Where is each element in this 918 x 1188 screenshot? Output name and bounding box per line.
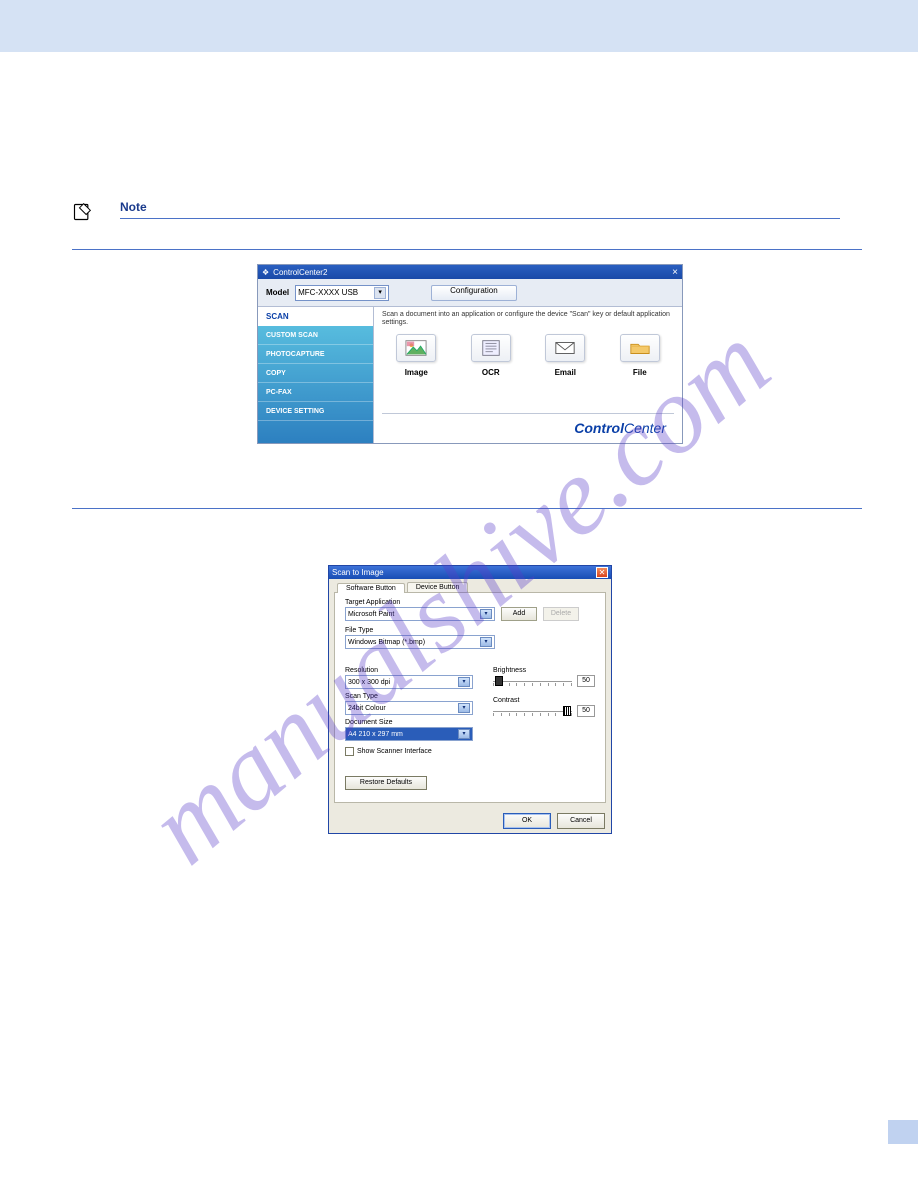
brand-bold: Control xyxy=(574,420,624,436)
note-row: Note xyxy=(72,200,868,245)
dlg-titlebar: Scan to Image ✕ xyxy=(329,566,611,579)
page-content: Note ❖ ControlCenter2 × Model MFC-XXXX U… xyxy=(72,70,868,834)
sidebar-item-photocapture[interactable]: PHOTOCAPTURE xyxy=(258,345,373,364)
scan-to-image-dialog: Scan to Image ✕ Software Button Device B… xyxy=(328,565,612,834)
tab-software-button[interactable]: Software Button xyxy=(337,583,405,593)
cc2-title: ControlCenter2 xyxy=(273,268,327,277)
cc2-titlebar: ❖ ControlCenter2 × xyxy=(258,265,682,279)
chevron-down-icon: ▾ xyxy=(480,637,492,647)
cc2-description: Scan a document into an application or c… xyxy=(382,311,674,328)
tile-file-label: File xyxy=(633,368,647,377)
chevron-down-icon: ▾ xyxy=(458,677,470,687)
docsize-label: Document Size xyxy=(345,719,475,726)
tile-image-label: Image xyxy=(405,368,428,377)
sidebar-item-copy[interactable]: COPY xyxy=(258,364,373,383)
cc2-brand: Control Center xyxy=(382,413,674,441)
note-rule-2 xyxy=(72,249,862,250)
target-app-select[interactable]: Microsoft Paint ▾ xyxy=(345,607,495,621)
docsize-select[interactable]: A4 210 x 297 mm ▾ xyxy=(345,727,473,741)
tile-image[interactable]: Image xyxy=(386,334,446,377)
dlg-tabs: Software Button Device Button xyxy=(334,582,606,593)
show-iface-label: Show Scanner Interface xyxy=(357,748,432,755)
tile-ocr-label: OCR xyxy=(482,368,500,377)
dlg-panel: Target Application Microsoft Paint ▾ Add… xyxy=(334,593,606,803)
folder-icon xyxy=(629,339,651,357)
close-icon[interactable]: ✕ xyxy=(596,567,608,578)
chevron-down-icon: ▾ xyxy=(458,703,470,713)
cancel-button[interactable]: Cancel xyxy=(557,813,605,829)
docsize-value: A4 210 x 297 mm xyxy=(348,731,403,738)
sidebar-item-custom-scan[interactable]: CUSTOM SCAN xyxy=(258,326,373,345)
dlg-button-row: OK Cancel xyxy=(329,809,611,833)
chevron-down-icon: ▾ xyxy=(374,287,386,299)
tab-device-button[interactable]: Device Button xyxy=(407,582,469,592)
brightness-label: Brightness xyxy=(493,667,595,674)
resolution-select[interactable]: 300 x 300 dpi ▾ xyxy=(345,675,473,689)
scantype-value: 24bit Colour xyxy=(348,705,386,712)
brand-light: Center xyxy=(624,420,666,436)
sidebar-item-scan[interactable]: SCAN xyxy=(258,307,373,326)
dlg-title: Scan to Image xyxy=(332,568,384,577)
contrast-label: Contrast xyxy=(493,697,595,704)
cc2-topbar: Model MFC-XXXX USB ▾ Configuration xyxy=(258,279,682,307)
close-icon[interactable]: × xyxy=(672,267,678,278)
image-icon xyxy=(405,339,427,357)
target-app-label: Target Application xyxy=(345,599,595,606)
file-type-label: File Type xyxy=(345,627,595,634)
tile-email-label: Email xyxy=(555,368,576,377)
brightness-slider[interactable] xyxy=(493,676,572,686)
chevron-down-icon: ▾ xyxy=(480,609,492,619)
cc2-sidebar: SCAN CUSTOM SCAN PHOTOCAPTURE COPY PC-FA… xyxy=(258,307,373,443)
note-body: Note xyxy=(120,200,868,245)
sidebar-item-pcfax[interactable]: PC-FAX xyxy=(258,383,373,402)
cc2-tiles: Image OCR Email File xyxy=(382,334,674,377)
file-type-select[interactable]: Windows Bitmap (*.bmp) ▾ xyxy=(345,635,495,649)
tile-ocr[interactable]: OCR xyxy=(461,334,521,377)
resolution-label: Resolution xyxy=(345,667,475,674)
restore-defaults-button[interactable]: Restore Defaults xyxy=(345,776,427,790)
brightness-value: 50 xyxy=(577,675,595,687)
note-rule-1 xyxy=(120,218,840,219)
cc2-main-panel: Scan a document into an application or c… xyxy=(373,307,682,443)
model-select[interactable]: MFC-XXXX USB ▾ xyxy=(295,285,389,301)
target-app-value: Microsoft Paint xyxy=(348,611,394,618)
configuration-button[interactable]: Configuration xyxy=(431,285,517,301)
tile-email[interactable]: Email xyxy=(535,334,595,377)
note-icon xyxy=(72,202,92,222)
contrast-slider[interactable] xyxy=(493,706,572,716)
model-value: MFC-XXXX USB xyxy=(298,288,358,297)
email-icon xyxy=(554,339,576,357)
add-button[interactable]: Add xyxy=(501,607,537,621)
file-type-value: Windows Bitmap (*.bmp) xyxy=(348,639,425,646)
contrast-value: 50 xyxy=(577,705,595,717)
controlcenter2-window: ❖ ControlCenter2 × Model MFC-XXXX USB ▾ … xyxy=(257,264,683,444)
section-rule xyxy=(72,508,862,509)
delete-button: Delete xyxy=(543,607,579,621)
page-tab xyxy=(888,1120,918,1144)
header-band xyxy=(0,0,918,52)
sidebar-item-device-setting[interactable]: DEVICE SETTING xyxy=(258,402,373,421)
resolution-value: 300 x 300 dpi xyxy=(348,679,390,686)
checkbox-unchecked-icon[interactable] xyxy=(345,747,354,756)
model-label: Model xyxy=(266,288,289,297)
ocr-icon xyxy=(480,339,502,357)
ok-button[interactable]: OK xyxy=(503,813,551,829)
scantype-label: Scan Type xyxy=(345,693,475,700)
note-heading: Note xyxy=(120,200,868,214)
scantype-select[interactable]: 24bit Colour ▾ xyxy=(345,701,473,715)
tile-file[interactable]: File xyxy=(610,334,670,377)
chevron-down-icon: ▾ xyxy=(458,729,470,739)
show-scanner-interface-row[interactable]: Show Scanner Interface xyxy=(345,747,475,756)
